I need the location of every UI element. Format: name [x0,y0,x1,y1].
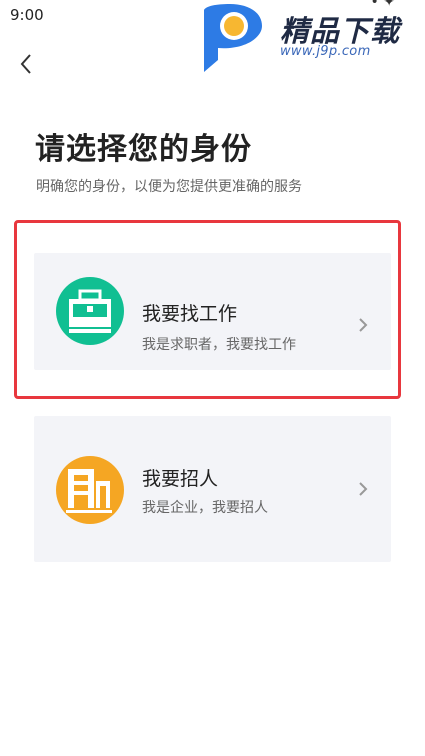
back-button[interactable] [10,48,42,80]
role-title: 我要找工作 [142,303,238,325]
role-description: 我是求职者，我要找工作 [142,337,296,353]
watermark-logo-icon [204,4,262,72]
building-icon [56,456,124,524]
role-card-job-seeker[interactable]: 我要找工作 我是求职者，我要找工作 [34,253,391,370]
role-title: 我要招人 [142,468,219,490]
chevron-left-icon [20,54,31,74]
role-description: 我是企业，我要招人 [142,500,268,516]
watermark: 精品下载 www.j9p.com [196,2,422,74]
page-subtitle: 明确您的身份，以便为您提供更准确的服务 [36,179,302,195]
watermark-url: www.j9p.com [280,44,371,59]
page-title: 请选择您的身份 [35,132,252,167]
status-time: 9:00 [10,6,44,24]
chevron-right-icon [359,482,368,496]
chevron-right-icon [359,318,368,332]
role-card-recruiter[interactable]: 我要招人 我是企业，我要招人 [34,416,391,562]
briefcase-icon [56,277,124,345]
